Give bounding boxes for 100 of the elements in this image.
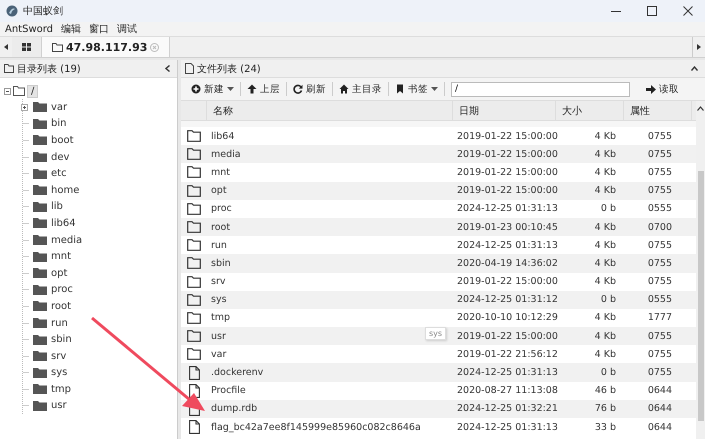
file-name[interactable]: sbin bbox=[211, 258, 231, 269]
table-cell-text: 0644 bbox=[646, 403, 673, 414]
file-name[interactable]: mnt bbox=[211, 166, 230, 178]
tree-item[interactable]: usr bbox=[51, 400, 67, 412]
tree-item[interactable]: proc bbox=[51, 284, 73, 296]
table-cell-text: 0755 bbox=[646, 185, 673, 196]
table-cell-text: 2019-01-22 15:00:00 bbox=[456, 148, 556, 160]
column-header[interactable]: 名称 bbox=[207, 101, 453, 120]
tree-item[interactable]: sbin bbox=[51, 334, 72, 346]
scrollbar[interactable] bbox=[696, 101, 705, 439]
tree-item[interactable]: / bbox=[27, 84, 38, 98]
expand-toggle-icon[interactable] bbox=[20, 104, 28, 111]
folder-icon bbox=[33, 168, 47, 179]
path-field[interactable]: / bbox=[451, 82, 630, 96]
toolbar-button[interactable]: 刷新 bbox=[287, 80, 332, 98]
tree-item[interactable]: boot bbox=[51, 134, 74, 146]
tree-item[interactable]: var bbox=[51, 102, 68, 113]
hover-tooltip: sys bbox=[425, 327, 446, 340]
folder-icon bbox=[33, 334, 47, 345]
tree-item[interactable]: srv bbox=[51, 350, 66, 362]
tree-item[interactable]: home bbox=[51, 184, 80, 196]
file-name[interactable]: usr bbox=[211, 330, 226, 342]
folder-icon bbox=[33, 351, 47, 362]
file-name[interactable]: tmp bbox=[211, 312, 230, 324]
toolbar-button[interactable]: 新建 bbox=[185, 80, 240, 98]
table-cell-text: 0755 bbox=[646, 240, 673, 251]
collapse-icon[interactable] bbox=[691, 66, 698, 71]
tree-item[interactable]: dev bbox=[51, 152, 70, 163]
file-name[interactable]: dump.rdb bbox=[211, 403, 258, 414]
scroll-left-icon[interactable] bbox=[4, 44, 8, 50]
file-name[interactable]: opt bbox=[211, 185, 227, 196]
menu-item[interactable]: 调试 bbox=[117, 22, 138, 36]
close-icon[interactable] bbox=[683, 6, 693, 16]
scroll-thumb[interactable] bbox=[698, 171, 704, 421]
file-name[interactable]: .dockerenv bbox=[211, 367, 264, 378]
folder-icon bbox=[33, 268, 47, 278]
toolbar-button[interactable]: 主目录 bbox=[333, 80, 388, 98]
read-button[interactable]: 读取 bbox=[640, 80, 685, 98]
folder-icon bbox=[33, 235, 47, 246]
column-header[interactable]: 日期 bbox=[453, 101, 556, 120]
tab[interactable] bbox=[12, 37, 42, 57]
tree-item[interactable]: sys bbox=[51, 367, 68, 378]
tree-item[interactable]: media bbox=[51, 234, 82, 246]
folder-icon bbox=[187, 294, 201, 306]
collapse-toggle-icon[interactable] bbox=[4, 88, 11, 94]
folder-icon bbox=[187, 330, 201, 342]
tree-item[interactable]: tmp bbox=[51, 384, 72, 395]
tree-item[interactable]: lib bbox=[51, 201, 63, 212]
table-cell-text: 2024-12-25 01:32:21 bbox=[456, 403, 556, 414]
menu-item[interactable]: AntSword bbox=[5, 24, 54, 34]
toolbar-button[interactable]: 书签 bbox=[389, 80, 444, 98]
scroll-up-icon bbox=[697, 106, 704, 111]
table-cell-text: 1777 bbox=[646, 312, 673, 324]
tree-item[interactable]: root bbox=[51, 300, 72, 312]
arrow-right-icon bbox=[646, 84, 656, 94]
tree-item[interactable]: etc bbox=[51, 168, 67, 180]
folder-icon bbox=[33, 318, 47, 328]
tab[interactable]: 47.98.117.93 bbox=[42, 37, 170, 57]
app-logo-icon bbox=[6, 5, 18, 17]
file-name[interactable]: flag_bc42a7ee8f145999e85960c082c8646a bbox=[211, 422, 421, 433]
table-cell-text: 2024-12-25 01:31:13 bbox=[456, 240, 556, 251]
file-name[interactable]: sys bbox=[211, 294, 227, 306]
column-header[interactable]: 属性 bbox=[624, 101, 692, 120]
window-title: 中国蚁剑 bbox=[23, 4, 63, 18]
file-name[interactable]: lib64 bbox=[211, 130, 234, 142]
folder-icon bbox=[13, 86, 25, 96]
file-name[interactable]: proc bbox=[211, 203, 232, 214]
file-name[interactable]: var bbox=[211, 348, 226, 360]
collapse-icon[interactable] bbox=[165, 65, 170, 72]
table-cell-text: 2024-12-25 01:31:13 bbox=[456, 367, 556, 378]
menu-item[interactable]: 编辑 bbox=[61, 22, 82, 36]
folder-icon bbox=[187, 312, 201, 324]
tree-item[interactable]: bin bbox=[51, 118, 66, 130]
folder-icon bbox=[187, 130, 201, 142]
tree-item[interactable]: mnt bbox=[51, 251, 71, 262]
file-name[interactable]: root bbox=[211, 222, 230, 233]
bookmark-icon bbox=[395, 84, 405, 94]
tree-item[interactable]: opt bbox=[51, 268, 68, 279]
table-cell-text: 2024-12-25 01:31:13 bbox=[456, 422, 556, 433]
toolbar-button[interactable]: 上层 bbox=[241, 80, 286, 98]
arrow-up-icon bbox=[247, 84, 257, 94]
tree-item[interactable]: run bbox=[51, 318, 68, 329]
folder-icon bbox=[33, 284, 47, 295]
column-header[interactable]: 大小 bbox=[556, 101, 624, 120]
scroll-right-icon[interactable] bbox=[697, 44, 701, 50]
table-cell-text: 2019-01-22 15:00:00 bbox=[456, 276, 556, 288]
table-cell-text: 4 Kb bbox=[594, 166, 617, 178]
table-cell-text: 2020-08-27 11:13:08 bbox=[456, 385, 556, 396]
file-name[interactable]: Procfile bbox=[211, 385, 246, 396]
tree-item[interactable]: lib64 bbox=[51, 218, 76, 229]
file-name[interactable]: srv bbox=[211, 276, 226, 288]
folder-icon bbox=[187, 166, 201, 178]
menu-item[interactable]: 窗口 bbox=[89, 22, 110, 36]
folder-icon bbox=[187, 202, 201, 215]
table-cell-text: 2019-01-22 15:00:00 bbox=[456, 185, 556, 196]
file-name[interactable]: media bbox=[211, 148, 241, 160]
table-cell-text: 2019-01-23 00:10:45 bbox=[456, 222, 556, 233]
maximize-icon[interactable] bbox=[647, 6, 657, 16]
file-name[interactable]: run bbox=[211, 240, 227, 251]
table-cell-text: 0755 bbox=[646, 130, 673, 142]
